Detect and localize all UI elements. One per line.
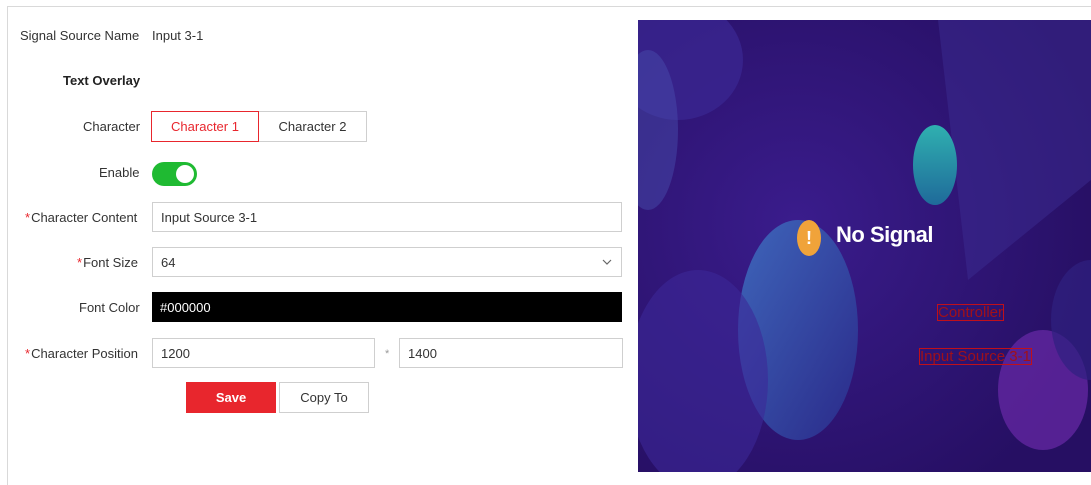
save-button[interactable]: Save [186,382,276,413]
character-label: Character [83,119,141,134]
no-signal-text: No Signal [836,222,933,247]
tab-character-2[interactable]: Character 2 [258,111,367,142]
enable-toggle[interactable] [152,162,197,186]
font-size-label: *Font Size [77,255,138,270]
enable-label: Enable [99,165,140,180]
signal-source-value: Input 3-1 [152,28,204,43]
section-title: Text Overlay [63,73,141,88]
font-size-select[interactable]: 64 [152,247,622,277]
required-mark: * [25,210,31,225]
tab-character-1[interactable]: Character 1 [151,111,259,142]
position-label: *Character Position [25,346,138,361]
toggle-knob [176,165,194,183]
chevron-down-icon [602,259,612,265]
required-mark: * [25,346,31,361]
font-color-picker[interactable]: #000000 [152,292,622,322]
required-mark: * [77,255,83,270]
warning-icon: ! [797,220,821,256]
font-color-label: Font Color [79,300,140,315]
font-size-value: 64 [161,254,176,270]
position-x-input[interactable]: 1200 [152,338,375,368]
copy-to-button[interactable]: Copy To [279,382,369,413]
content-input[interactable]: Input Source 3-1 [152,202,622,232]
overlay-text-controller: Controller [937,304,1005,321]
position-label-text: Character Position [31,346,139,361]
position-separator: * [385,348,390,360]
overlay-text-input-source: Input Source 3-1 [919,348,1032,365]
position-y-input[interactable]: 1400 [399,338,623,368]
signal-source-label: Signal Source Name [20,28,140,43]
content-label-text: Character Content [31,210,138,225]
content-label: *Character Content [25,210,137,225]
font-size-label-text: Font Size [83,255,138,270]
